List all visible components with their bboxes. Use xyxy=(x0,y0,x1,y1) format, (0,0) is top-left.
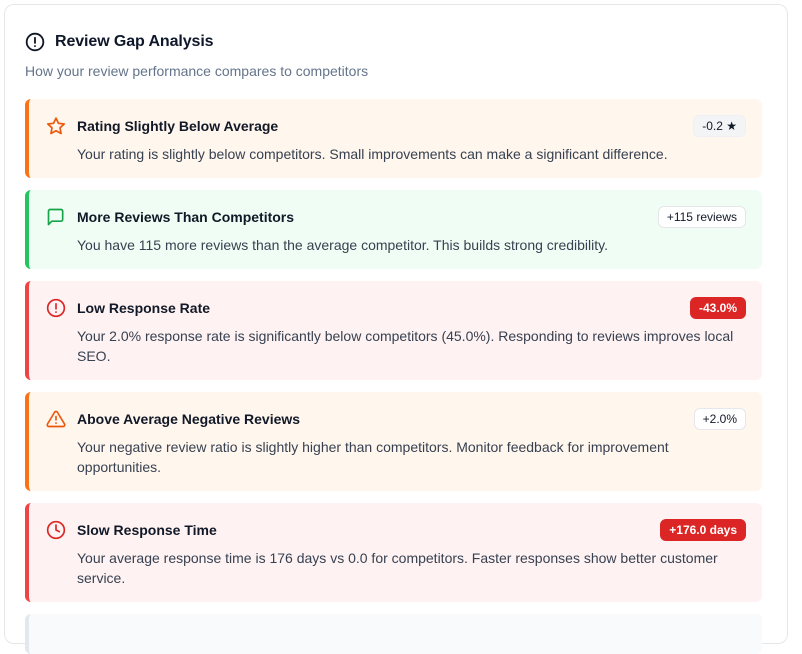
gap-item-badge: -43.0% xyxy=(689,297,746,319)
review-gap-card: Review Gap Analysis How your review perf… xyxy=(4,4,788,654)
gap-item-badge: +176.0 days xyxy=(660,519,746,541)
clock-icon xyxy=(46,520,66,540)
gap-item-description: Your 2.0% response rate is significantly… xyxy=(77,328,734,364)
gap-item-description: You have 115 more reviews than the avera… xyxy=(77,237,608,253)
gap-item-description: Your negative review ratio is slightly h… xyxy=(77,439,669,475)
gap-item-badge: -0.2 ★ xyxy=(693,115,746,137)
card-subtitle: How your review performance compares to … xyxy=(25,63,369,79)
gap-item-title: More Reviews Than Competitors xyxy=(77,209,295,225)
alert-triangle-icon xyxy=(46,409,66,429)
gap-item-title: Rating Slightly Below Average xyxy=(77,118,279,134)
gap-item-title: Above Average Negative Reviews xyxy=(77,411,301,427)
gap-item-title: Low Response Rate xyxy=(77,300,211,316)
card-title: Review Gap Analysis xyxy=(55,33,214,50)
gap-item-badge: +2.0% xyxy=(693,408,746,430)
gap-item-partial xyxy=(25,614,762,654)
gap-item-response-rate: Low Response Rate -43.0% Your 2.0% respo… xyxy=(25,281,762,380)
alert-circle-icon xyxy=(46,298,66,318)
message-square-icon xyxy=(46,207,66,227)
gap-item-rating: Rating Slightly Below Average -0.2 ★ You… xyxy=(25,99,762,178)
star-icon xyxy=(46,116,66,136)
gap-item-negative-reviews: Above Average Negative Reviews +2.0% You… xyxy=(25,392,762,491)
gap-list: Rating Slightly Below Average -0.2 ★ You… xyxy=(25,99,762,654)
gap-item-description: Your rating is slightly below competitor… xyxy=(77,146,668,162)
gap-item-response-time: Slow Response Time +176.0 days Your aver… xyxy=(25,503,762,602)
gap-item-title: Slow Response Time xyxy=(77,522,217,538)
gap-item-description: Your average response time is 176 days v… xyxy=(77,550,718,586)
gap-item-badge: +115 reviews xyxy=(657,206,746,228)
card-header: Review Gap Analysis xyxy=(25,31,762,53)
alert-circle-icon xyxy=(25,32,45,52)
gap-item-reviews: More Reviews Than Competitors +115 revie… xyxy=(25,190,762,269)
